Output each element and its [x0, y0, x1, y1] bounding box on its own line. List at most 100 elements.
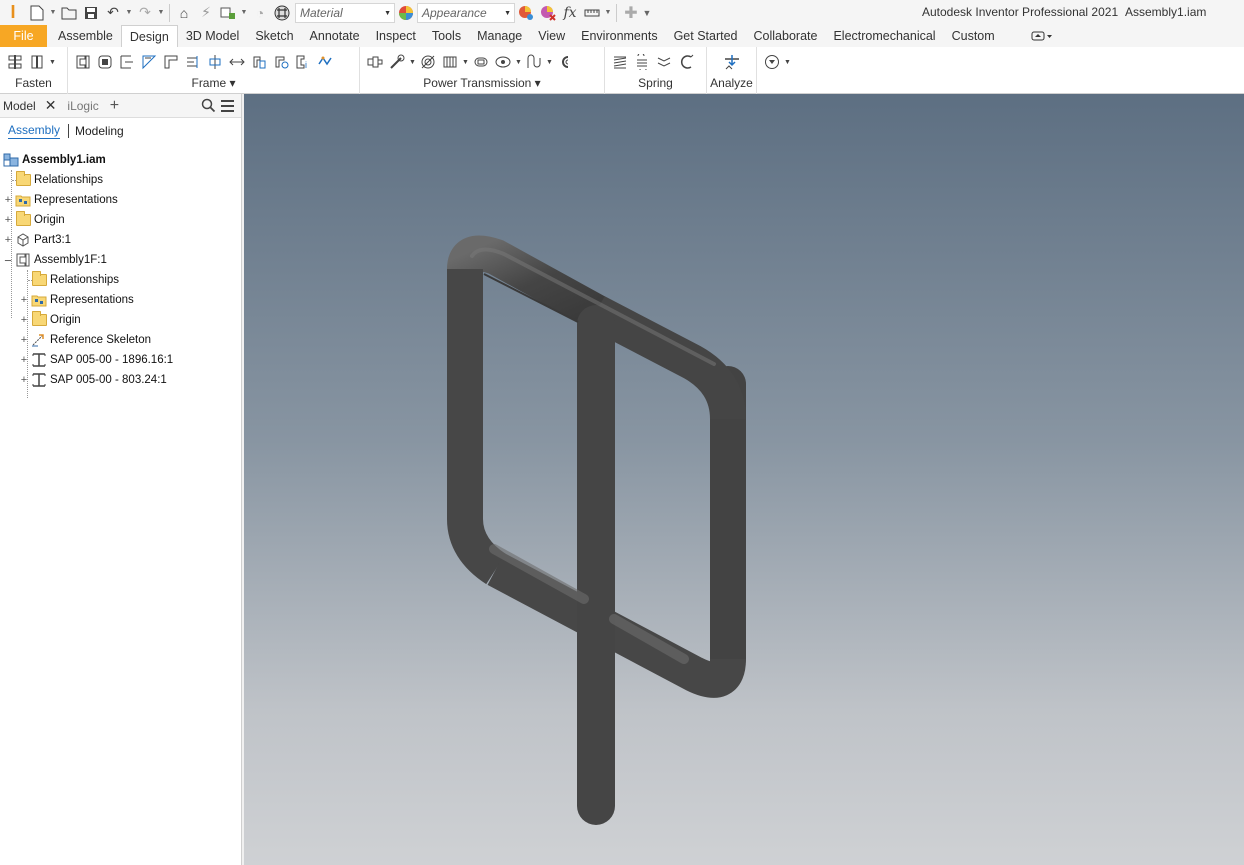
group-label-power-transmission[interactable]: Power Transmission ▾ [360, 76, 604, 90]
tree-node-relationships-sub[interactable]: Relationships [19, 270, 119, 290]
undo-icon[interactable]: ↶ [102, 2, 124, 24]
expand-icon[interactable]: + [3, 194, 13, 206]
subtab-modeling[interactable]: Modeling [75, 124, 124, 138]
plus-icon[interactable]: ✚ [620, 2, 642, 24]
tree-node-origin-sub[interactable]: + Origin [19, 310, 81, 330]
tree-node-part3[interactable]: + Part3:1 [3, 230, 71, 250]
group-label-frame[interactable]: Frame ▾ [68, 76, 359, 90]
notch-icon[interactable] [138, 51, 160, 73]
expand-icon[interactable]: + [3, 214, 13, 226]
tab-ilogic[interactable]: iLogic [64, 99, 101, 113]
tab-sketch[interactable]: Sketch [247, 25, 301, 47]
spur-gear-icon[interactable] [386, 51, 408, 73]
expand-icon[interactable]: + [19, 294, 29, 306]
o-ring-icon[interactable] [554, 51, 576, 73]
tab-custom[interactable]: Custom [944, 25, 1003, 47]
tree-node-sap-803[interactable]: + SAP 005-00 - 803.24:1 [19, 370, 167, 390]
refresh-frame-icon[interactable] [270, 51, 292, 73]
select-mode-icon[interactable] [217, 2, 239, 24]
clevis-pin-icon[interactable] [26, 51, 48, 73]
tab-assemble[interactable]: Assemble [50, 25, 121, 47]
frame-member-info-icon[interactable]: i [292, 51, 314, 73]
tab-file[interactable]: File [0, 25, 47, 47]
tree-node-assembly1-iam[interactable]: Assembly1.iam [3, 150, 106, 170]
frame-tube-top[interactable] [447, 235, 605, 328]
add-panel-icon[interactable]: + [110, 97, 119, 115]
tab-electromechanical[interactable]: Electromechanical [825, 25, 943, 47]
trim-extend-icon[interactable] [204, 51, 226, 73]
tree-node-representations-sub[interactable]: + Representations [19, 290, 134, 310]
torsion-spring-icon[interactable] [675, 51, 697, 73]
subtab-assembly[interactable]: Assembly [8, 123, 61, 139]
lengthen-shorten-icon[interactable] [226, 51, 248, 73]
tab-view[interactable]: View [530, 25, 573, 47]
search-icon[interactable] [199, 98, 217, 113]
graphics-viewport[interactable] [244, 94, 1244, 865]
undo-dropdown-icon[interactable]: ▼ [124, 2, 134, 24]
lock-icon[interactable]: ◔ [249, 2, 271, 24]
disc-cam-icon[interactable] [492, 51, 514, 73]
inventor-logo-icon[interactable]: I [0, 2, 26, 24]
close-icon[interactable]: ✕ [45, 97, 57, 114]
measure-dropdown-icon[interactable]: ▼ [603, 2, 613, 24]
adjust-appearance-icon[interactable] [515, 2, 537, 24]
parameters-icon[interactable]: fx [559, 2, 581, 24]
tree-node-relationships[interactable]: Relationships [3, 170, 103, 190]
beam-column-calculator-icon[interactable] [721, 51, 743, 73]
redo-dropdown-icon[interactable]: ▼ [156, 2, 166, 24]
belleville-spring-icon[interactable] [653, 51, 675, 73]
key-connection-icon[interactable] [470, 51, 492, 73]
tree-node-assembly1f[interactable]: − Assembly1F:1 [3, 250, 107, 270]
cam-dropdown-icon[interactable]: ▼ [514, 59, 523, 66]
tab-manage[interactable]: Manage [469, 25, 530, 47]
engineers-handbook-icon[interactable] [761, 51, 783, 73]
redo-icon[interactable]: ↷ [134, 2, 156, 24]
open-folder-icon[interactable] [58, 2, 80, 24]
frame-tube-top-right[interactable] [587, 296, 746, 420]
expand-icon[interactable]: + [19, 334, 29, 346]
tab-environments[interactable]: Environments [573, 25, 665, 47]
shaft-icon[interactable] [364, 51, 386, 73]
tree-node-origin[interactable]: + Origin [3, 210, 65, 230]
spline-dropdown-icon[interactable]: ▼ [545, 59, 554, 66]
expand-icon[interactable]: + [19, 374, 29, 386]
v-belts-icon[interactable] [439, 51, 461, 73]
tab-annotate[interactable]: Annotate [302, 25, 368, 47]
extension-spring-icon[interactable] [631, 51, 653, 73]
belt-dropdown-icon[interactable]: ▼ [461, 59, 470, 66]
material-combo[interactable]: Material ▼ [295, 2, 395, 23]
corner-joint-icon[interactable] [160, 51, 182, 73]
frame-model[interactable] [244, 94, 1244, 865]
expand-icon[interactable]: + [3, 234, 13, 246]
hamburger-menu-icon[interactable] [217, 99, 237, 112]
bolted-connection-icon[interactable] [4, 51, 26, 73]
trim-to-frame-icon[interactable] [182, 51, 204, 73]
spline-icon[interactable] [523, 51, 545, 73]
collapse-icon[interactable]: − [3, 253, 13, 268]
tree-node-reference-skeleton[interactable]: + Reference Skeleton [19, 330, 151, 350]
material-sphere-icon[interactable] [271, 2, 293, 24]
clear-appearance-icon[interactable] [537, 2, 559, 24]
miter-icon[interactable] [116, 51, 138, 73]
new-dropdown-icon[interactable]: ▼ [48, 2, 58, 24]
bearing-icon[interactable] [417, 51, 439, 73]
reuse-icon[interactable] [248, 51, 270, 73]
expand-icon[interactable]: + [19, 314, 29, 326]
select-dropdown-icon[interactable]: ▼ [239, 2, 249, 24]
customize-dropdown-icon[interactable]: ▼ [642, 2, 652, 24]
tree-node-sap-1896[interactable]: + SAP 005-00 - 1896.16:1 [19, 350, 173, 370]
gear-dropdown-icon[interactable]: ▼ [408, 59, 417, 66]
ribbon-display-toggle[interactable] [1023, 25, 1061, 47]
frame-analysis-icon[interactable] [314, 51, 336, 73]
change-frame-icon[interactable] [94, 51, 116, 73]
tab-tools[interactable]: Tools [424, 25, 469, 47]
tree-node-representations[interactable]: + Representations [3, 190, 118, 210]
tab-inspect[interactable]: Inspect [368, 25, 424, 47]
tab-3d-model[interactable]: 3D Model [178, 25, 248, 47]
expand-icon[interactable]: + [19, 354, 29, 366]
tab-model[interactable]: Model [0, 99, 39, 113]
tab-get-started[interactable]: Get Started [666, 25, 746, 47]
extra-dropdown-icon[interactable]: ▼ [783, 59, 792, 66]
appearance-combo[interactable]: Appearance ▼ [417, 2, 515, 23]
insert-frame-icon[interactable] [72, 51, 94, 73]
